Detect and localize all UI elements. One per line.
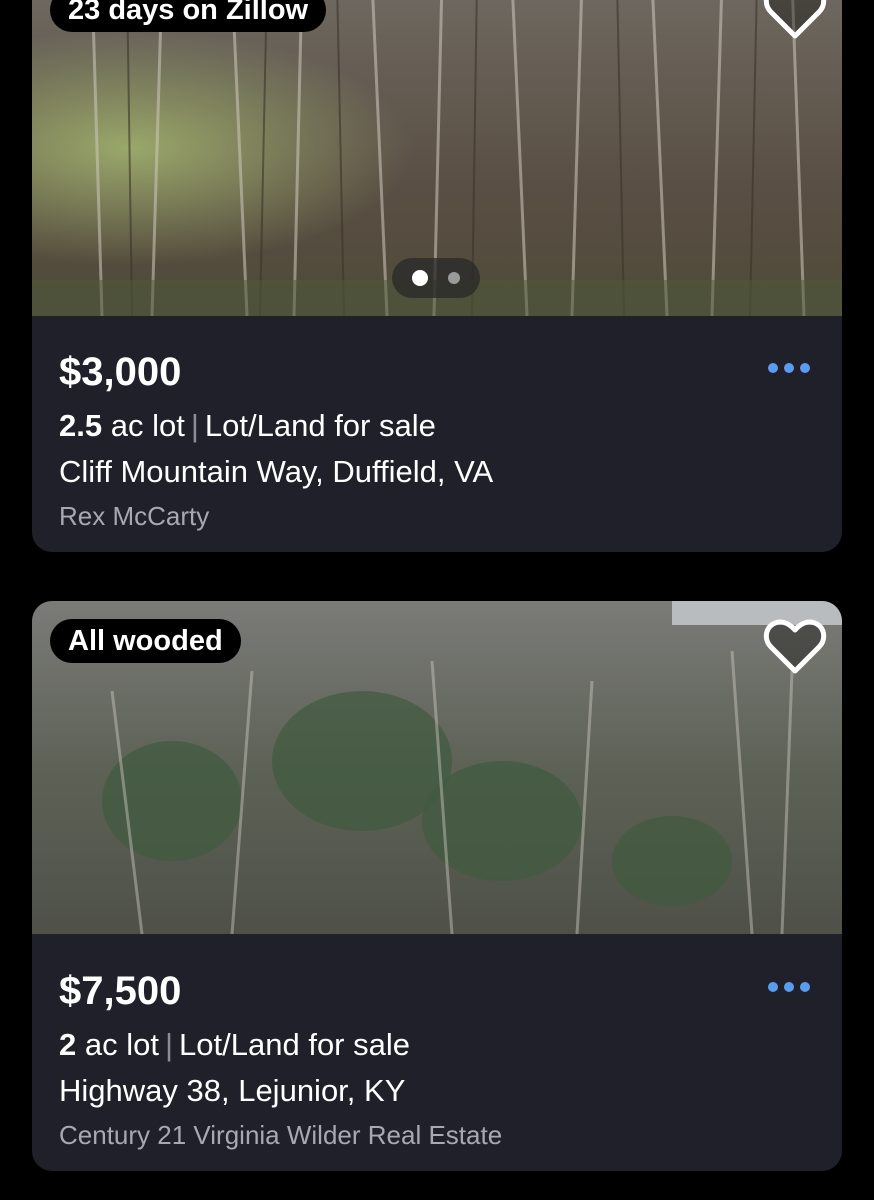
listing-description: 2 ac lot | Lot/Land for sale: [59, 1023, 815, 1067]
listing-agent: Rex McCarty: [59, 501, 210, 531]
listing-tag: All wooded: [50, 619, 241, 663]
listing-photo[interactable]: All wooded: [32, 601, 842, 934]
acreage-value: 2.5: [59, 408, 103, 443]
listing-price: $7,500: [59, 969, 182, 1013]
listing-address: Cliff Mountain Way, Duffield, VA: [59, 454, 494, 489]
acreage-value: 2: [59, 1027, 77, 1062]
listing-photo[interactable]: 23 days on Zillow: [32, 0, 842, 316]
photo-pager[interactable]: [392, 258, 480, 298]
listing-type: Lot/Land for sale: [179, 1027, 410, 1062]
acreage-unit: ac lot: [84, 1027, 159, 1062]
heart-outline-icon[interactable]: [762, 0, 828, 42]
pager-dot-active: [412, 270, 428, 286]
listing-info: $3,000 2.5 ac lot | Lot/Land for sale Clif…: [59, 342, 815, 536]
listing-price: $3,000: [59, 350, 182, 394]
separator: |: [164, 1027, 174, 1062]
listing-card[interactable]: 23 days on Zillow $3,000 2.5 ac lot | Lot/…: [32, 0, 842, 552]
listing-type: Lot/Land for sale: [204, 408, 436, 443]
separator: |: [190, 408, 199, 443]
listing-description: 2.5 ac lot | Lot/Land for sale: [59, 404, 815, 448]
listing-info: $7,500 2 ac lot | Lot/Land for sale Highwa…: [59, 961, 815, 1155]
listing-tag: 23 days on Zillow: [50, 0, 327, 32]
acreage-unit: ac lot: [110, 408, 185, 443]
listing-agent: Century 21 Virginia Wilder Real Estate: [59, 1120, 503, 1150]
listing-address: Highway 38, Lejunior, KY: [59, 1073, 406, 1108]
heart-outline-icon[interactable]: [762, 617, 828, 677]
pager-dot: [448, 272, 460, 284]
listing-card[interactable]: All wooded $7,500 2 ac lot | Lot/Land for …: [32, 601, 842, 1171]
